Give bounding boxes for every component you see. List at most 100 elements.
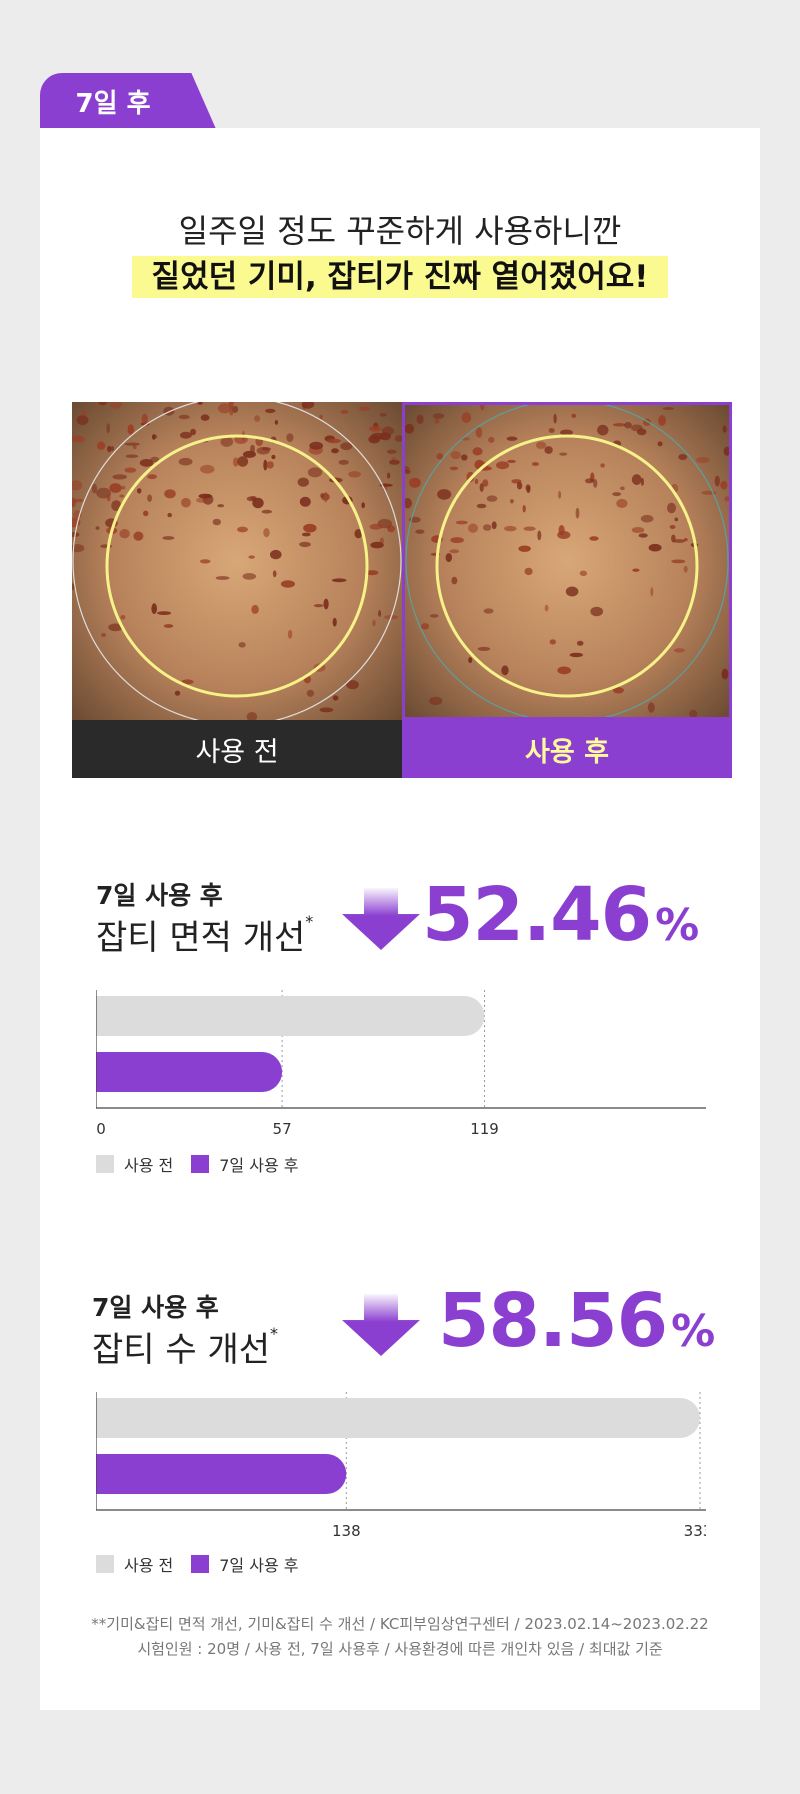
skin-spot [386,449,397,454]
skin-spot [723,446,729,456]
skin-spot [133,531,144,541]
skin-spot [72,480,83,491]
tick-label: 0 [96,1120,106,1138]
skin-spot [506,436,518,441]
legend-before: 사용 전 [96,1552,173,1576]
legend-before: 사용 전 [96,1152,173,1176]
skin-spot [658,415,666,426]
stat2-title: 잡티 수 개선* [92,1322,278,1371]
legend-after: 7일 사용 후 [191,1152,298,1176]
skin-spot [429,614,439,618]
skin-spot [112,474,127,480]
skin-spot [100,544,113,548]
area-bar-chart: 0 57 119 [96,990,706,1138]
skin-spot [612,492,622,497]
footnote-line1: **기미&잡티 면적 개선, 기미&잡티 수 개선 / KC피부임상연구센터 /… [91,1615,709,1633]
skin-spot [147,494,152,502]
skin-spot [631,527,645,533]
legend-before-label: 사용 전 [124,1556,174,1575]
stat2-value: 58.56% [438,1278,715,1364]
skin-spot [261,509,273,514]
skin-spot [178,457,193,466]
footnote: **기미&잡티 면적 개선, 기미&잡티 수 개선 / KC피부임상연구센터 /… [40,1612,760,1662]
skin-spot [319,414,323,420]
skin-spot [636,428,647,436]
skin-spot [565,586,579,597]
skin-spot [560,429,573,436]
skin-spot [455,520,468,525]
skin-spot [370,541,384,549]
bar-before [96,996,485,1036]
skin-spot [571,413,577,418]
skin-spot [120,615,126,620]
skin-spot [265,408,276,413]
skin-spot [671,559,686,564]
skin-spot [151,603,157,615]
skin-spot [600,463,605,468]
skin-spot [488,436,495,443]
skin-spot [575,507,580,519]
skin-spot [518,545,531,552]
skin-spot [483,524,492,531]
skin-spot [432,413,445,419]
skin-spot [616,498,628,508]
skin-spot [445,553,452,563]
skin-spot [119,494,125,498]
stat2-asterisk: * [270,1324,279,1343]
skin-spot [190,428,197,436]
skin-spot [613,423,626,427]
skin-spot [307,467,323,478]
skin-spot [558,525,565,536]
skin-spot [559,452,568,456]
stat1-number: 52.46 [422,872,652,958]
stat2-title-text: 잡티 수 개선 [92,1330,271,1370]
tick-label: 138 [332,1522,361,1540]
skin-spot [319,707,334,713]
skin-spot [98,402,108,406]
legend-after-label: 7일 사용 후 [219,1556,299,1575]
measure-circle [105,434,369,698]
skin-spot [323,598,329,610]
skin-spot [271,454,276,460]
skin-spot [590,606,604,617]
skin-spot [504,525,517,532]
skin-spot [359,406,370,411]
skin-spot [163,624,174,628]
skin-spot [106,493,111,502]
skin-spot [97,441,106,450]
skin-spot [389,459,400,465]
skin-spot [689,709,698,717]
skin-spot [157,611,172,615]
skin-spot [409,477,421,488]
after-skin-image [402,402,732,720]
skin-spot [516,481,523,490]
intro-text: 일주일 정도 꾸준하게 사용하니깐 [178,212,622,250]
skin-spot [167,512,172,518]
skin-spots-before [72,402,402,720]
skin-spot [246,496,257,502]
before-skin-image [72,402,402,720]
skin-spot [461,412,472,424]
tick-label: 333 [684,1522,706,1540]
measure-circle [435,434,699,698]
skin-spot [272,570,277,578]
skin-spot [72,435,85,443]
count-bar-chart: 138 333 [96,1392,706,1540]
skin-spot [141,413,148,425]
skin-spot [348,471,361,478]
skin-spot [650,587,654,597]
skin-spot [382,426,394,436]
footnote-line2: 시험인원 : 20명 / 사용 전, 7일 사용후 / 사용환경에 따른 개인차… [137,1640,663,1658]
skin-spot [585,478,594,484]
skin-spot [147,474,157,480]
skin-spot [91,483,98,494]
skin-spot [674,517,679,522]
stat1-title: 잡티 면적 개선* [96,910,313,959]
skin-spot [101,633,106,637]
skin-spot [683,565,688,573]
skin-spot [119,529,130,539]
skin-spot [368,435,381,444]
skin-spot [256,446,270,455]
skin-spot [248,555,255,559]
skin-spot [450,537,464,544]
